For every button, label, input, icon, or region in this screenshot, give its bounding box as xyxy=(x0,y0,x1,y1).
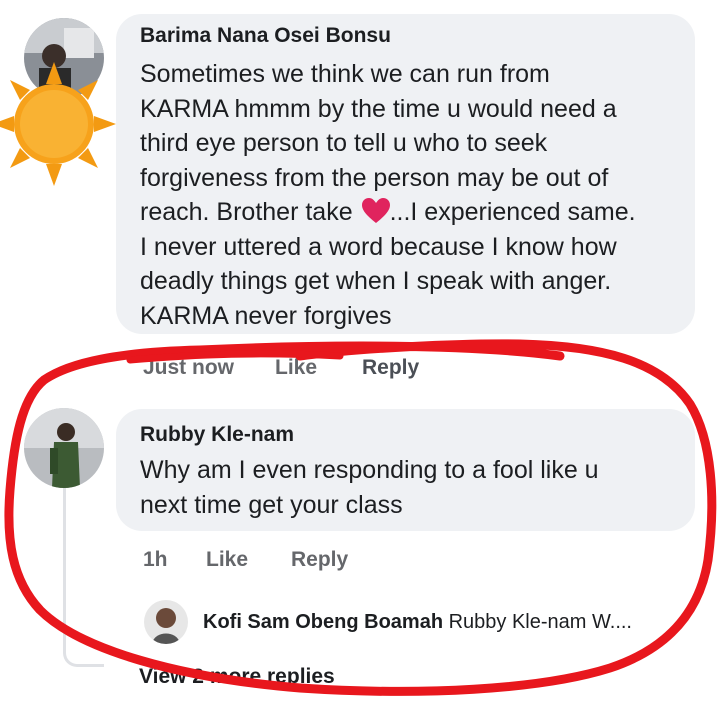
comment-text-line: reach. Brother take ...I experienced sam… xyxy=(140,195,685,230)
reply-preview[interactable]: Kofi Sam Obeng Boamah Rubby Kle-nam W...… xyxy=(203,611,632,634)
like-button[interactable]: Like xyxy=(206,548,248,572)
avatar-rubby[interactable] xyxy=(24,408,104,488)
comment-actions: 1h Like Reply xyxy=(0,548,720,578)
comment-text-line: third eye person to tell u who to seek xyxy=(140,129,548,157)
comment-text-segment: ...I experienced same. xyxy=(389,198,636,226)
comment-author[interactable]: Rubby Kle-nam xyxy=(140,423,685,447)
comment-text-line: KARMA never forgives xyxy=(140,301,392,330)
comment-author[interactable]: Barima Nana Osei Bonsu xyxy=(140,24,685,48)
comment-bubble-barima: Barima Nana Osei Bonsu Sometimes we thin… xyxy=(116,14,695,334)
avatar-kofi[interactable] xyxy=(144,600,188,644)
comment-timestamp[interactable]: Just now xyxy=(143,356,234,380)
view-more-replies-link[interactable]: View 2 more replies xyxy=(139,665,335,689)
comment-text-line: deadly things get when I speak with ange… xyxy=(140,267,612,295)
reply-preview-author[interactable]: Kofi Sam Obeng Boamah xyxy=(203,611,443,633)
comment-text-line: Why am I even responding to a fool like … xyxy=(140,456,599,484)
comment-bubble-rubby: Rubby Kle-nam Why am I even responding t… xyxy=(116,409,695,531)
comment-text-line: KARMA hmmm by the time u would need a xyxy=(140,94,617,123)
reply-button[interactable]: Reply xyxy=(291,548,348,572)
comment-text-line: I never uttered a word because I know ho… xyxy=(140,232,617,261)
comment-text-line: Sometimes we think we can run from xyxy=(140,60,550,88)
comment-actions: Just now Like Reply xyxy=(0,356,720,386)
like-button[interactable]: Like xyxy=(275,356,317,380)
comment-text-line: forgiveness from the person may be out o… xyxy=(140,163,609,192)
heart-emoji-icon xyxy=(361,198,390,223)
reply-button[interactable]: Reply xyxy=(362,356,419,380)
sun-emoji-icon xyxy=(0,62,116,186)
reply-preview-text: Rubby Kle-nam W.... xyxy=(448,611,632,633)
comment-timestamp[interactable]: 1h xyxy=(143,548,168,572)
comment-text-line: next time get your class xyxy=(140,490,403,519)
comment-text-segment: reach. Brother take xyxy=(140,198,353,226)
